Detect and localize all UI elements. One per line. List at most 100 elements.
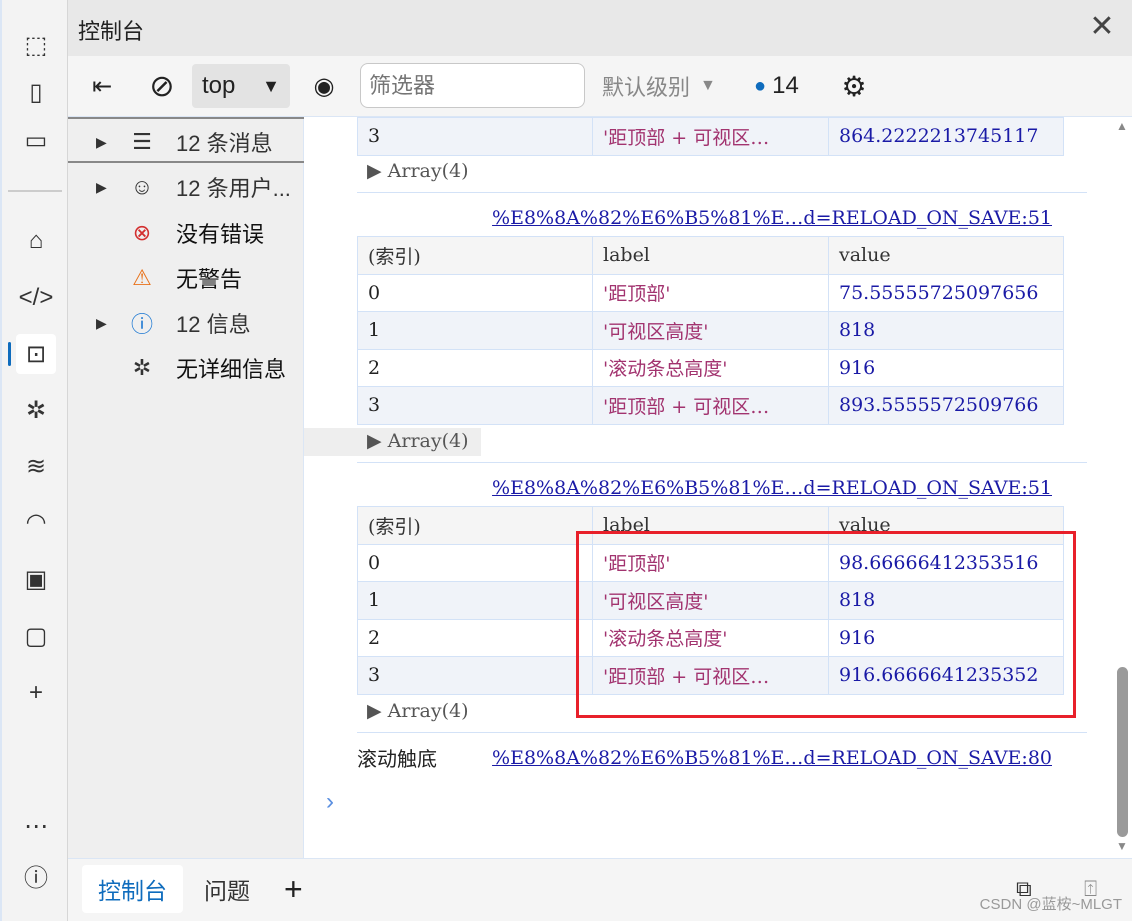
table-row: 0 '距顶部' 75.55555725097656 — [357, 273, 1064, 312]
array-label: Array(4) — [387, 700, 469, 722]
error-icon: ⊗ — [132, 220, 152, 245]
chevron-down-icon: ▼ — [700, 77, 716, 94]
header-index[interactable]: (索引) — [357, 236, 593, 275]
watermark: CSDN @蓝桉~MLGT — [979, 896, 1122, 913]
array-label: Array(4) — [387, 160, 469, 182]
log-level-label: 默认级别 — [602, 75, 691, 100]
help-icon[interactable]: ⓘ — [16, 855, 56, 895]
divider — [357, 732, 1087, 733]
sidebar-item-user-messages[interactable]: ▶ ☺ 12 条用户... — [68, 165, 304, 209]
sidebar-item-label: 12 条用户... — [176, 176, 291, 201]
table-row: 2 '滚动条总高度' 916 — [357, 348, 1064, 387]
expand-triangle-icon: ▶ — [96, 133, 107, 150]
activity-bar: ⬚ ▯ ▭ ⌂ </> ⊡ ✲ ≋ ◠ ▣ ▢ + ⋯ ⓘ — [0, 0, 68, 921]
sidebar-item-label: 12 信息 — [176, 312, 251, 337]
scrollbar-thumb[interactable] — [1117, 667, 1128, 837]
cell-index: 1 — [357, 581, 593, 620]
add-tab-icon[interactable]: + — [268, 865, 319, 913]
expand-triangle-icon: ▶ — [96, 314, 107, 331]
sidebar-item-warnings[interactable]: ⚠ 无警告 — [68, 256, 304, 300]
bug-icon: ✲ — [132, 355, 152, 380]
device-emulation-icon[interactable]: ▯ — [16, 72, 56, 112]
cell-value: 893.5555572509766 — [828, 386, 1064, 425]
inspect-element-icon[interactable]: ⬚ — [16, 25, 56, 65]
drawer-tab-bar: 控制台 问题 + ⧉ ⍐ CSDN @蓝桉~MLGT — [68, 858, 1132, 921]
add-tool-icon[interactable]: + — [16, 673, 56, 713]
network-wifi-icon[interactable]: ≋ — [16, 446, 56, 486]
divider — [357, 192, 1087, 193]
cell-label: '距顶部 + 可视区… — [592, 386, 829, 425]
log-table-1: 3 '距顶部 + 可视区… 864.2222213745117 — [357, 117, 1064, 156]
console-icon[interactable]: ⊡ — [8, 334, 56, 374]
cell-index: 3 — [357, 656, 593, 695]
console-sidebar: ▶ ☰ 12 条消息 ▶ ☺ 12 条用户... ⊗ 没有错误 ⚠ 无警告 ▶ ⓘ 12 信息 … — [68, 117, 304, 858]
array-expander[interactable]: ▶ Array(4) — [367, 700, 469, 722]
cell-label: '距顶部 + 可视区… — [592, 117, 829, 156]
clear-console-icon[interactable]: ⊘ — [142, 64, 182, 108]
cell-index: 0 — [357, 273, 593, 312]
divider — [8, 190, 62, 192]
close-button[interactable]: ✕ — [1072, 4, 1132, 50]
cell-label: '距顶部' — [592, 273, 829, 312]
warning-icon: ⚠ — [132, 265, 152, 290]
tab-console[interactable]: 控制台 — [82, 865, 183, 913]
context-value: top — [202, 72, 236, 99]
cell-index: 2 — [357, 348, 593, 387]
cell-index: 3 — [357, 386, 593, 425]
sources-bug-icon[interactable]: ✲ — [16, 390, 56, 430]
cell-label: '可视区高度' — [592, 311, 829, 350]
title-bar: 控制台 — [68, 0, 1132, 56]
array-expander[interactable]: ▶ Array(4) — [367, 160, 469, 182]
console-toolbar: ⇤ ⊘ top ▼ ◉ 默认级别 ▼ ●14 ⚙ — [68, 56, 1132, 117]
array-label: Array(4) — [387, 430, 469, 452]
sidebar-item-label: 12 条消息 — [176, 131, 273, 156]
array-expander[interactable]: ▶ Array(4) — [304, 428, 481, 456]
chevron-down-icon: ▼ — [262, 75, 280, 96]
sidebar-item-info[interactable]: ▶ ⓘ 12 信息 — [68, 301, 304, 345]
tab-issues[interactable]: 问题 — [188, 865, 266, 913]
filter-input[interactable] — [360, 63, 585, 108]
sidebar-item-label: 无警告 — [176, 267, 243, 292]
log-level-dropdown[interactable]: 默认级别 ▼ — [602, 64, 716, 108]
divider — [357, 462, 1087, 463]
context-selector[interactable]: top ▼ — [192, 64, 290, 108]
message-count: 14 — [772, 72, 799, 99]
highlight-box — [576, 531, 1076, 718]
log-table-2: (索引) label value 0 '距顶部' 75.55555725097656 1… — [357, 236, 1064, 425]
toggle-sidebar-icon[interactable]: ⇤ — [82, 64, 122, 108]
cell-label: '滚动条总高度' — [592, 348, 829, 387]
cell-index: 2 — [357, 618, 593, 657]
welcome-panel-icon[interactable]: ▭ — [16, 120, 56, 160]
user-icon: ☺ — [130, 174, 154, 199]
list-icon: ☰ — [132, 129, 152, 154]
expand-triangle-icon: ▶ — [96, 178, 107, 195]
elements-icon[interactable]: </> — [16, 278, 56, 318]
info-icon: ⓘ — [130, 312, 153, 337]
application-icon[interactable]: ▢ — [16, 616, 56, 656]
settings-gear-icon[interactable]: ⚙ — [834, 64, 874, 108]
cell-index: 0 — [357, 543, 593, 582]
panel-title: 控制台 — [78, 19, 145, 44]
source-link[interactable]: %E8%8A%82%E6%B5%81%E…d=RELOAD_ON_SAVE:51 — [492, 477, 1052, 499]
console-prompt-chevron-icon[interactable]: › — [326, 788, 334, 816]
more-tools-icon[interactable]: ⋯ — [16, 806, 56, 846]
table-row: 1 '可视区高度' 818 — [357, 311, 1064, 350]
live-expression-eye-icon[interactable]: ◉ — [304, 64, 344, 108]
performance-gauge-icon[interactable]: ◠ — [16, 502, 56, 542]
scrollbar[interactable]: ▲ ▼ — [1112, 117, 1132, 858]
sidebar-item-label: 没有错误 — [176, 222, 265, 247]
sidebar-item-messages[interactable]: ▶ ☰ 12 条消息 — [68, 120, 304, 164]
source-link[interactable]: %E8%8A%82%E6%B5%81%E…d=RELOAD_ON_SAVE:51 — [492, 207, 1052, 229]
issues-counter[interactable]: ● 14 — [754, 64, 799, 108]
cell-index: 1 — [357, 311, 593, 350]
header-index[interactable]: (索引) — [357, 506, 593, 545]
source-link[interactable]: %E8%8A%82%E6%B5%81%E…d=RELOAD_ON_SAVE:80 — [492, 747, 1052, 769]
sidebar-item-errors[interactable]: ⊗ 没有错误 — [68, 211, 304, 255]
header-value[interactable]: value — [828, 236, 1064, 275]
header-label[interactable]: label — [592, 236, 829, 275]
sidebar-item-label: 无详细信息 — [176, 357, 287, 382]
home-icon[interactable]: ⌂ — [16, 221, 56, 261]
cell-index: 3 — [357, 117, 593, 156]
memory-chip-icon[interactable]: ▣ — [16, 559, 56, 599]
sidebar-item-verbose[interactable]: ✲ 无详细信息 — [68, 346, 304, 390]
